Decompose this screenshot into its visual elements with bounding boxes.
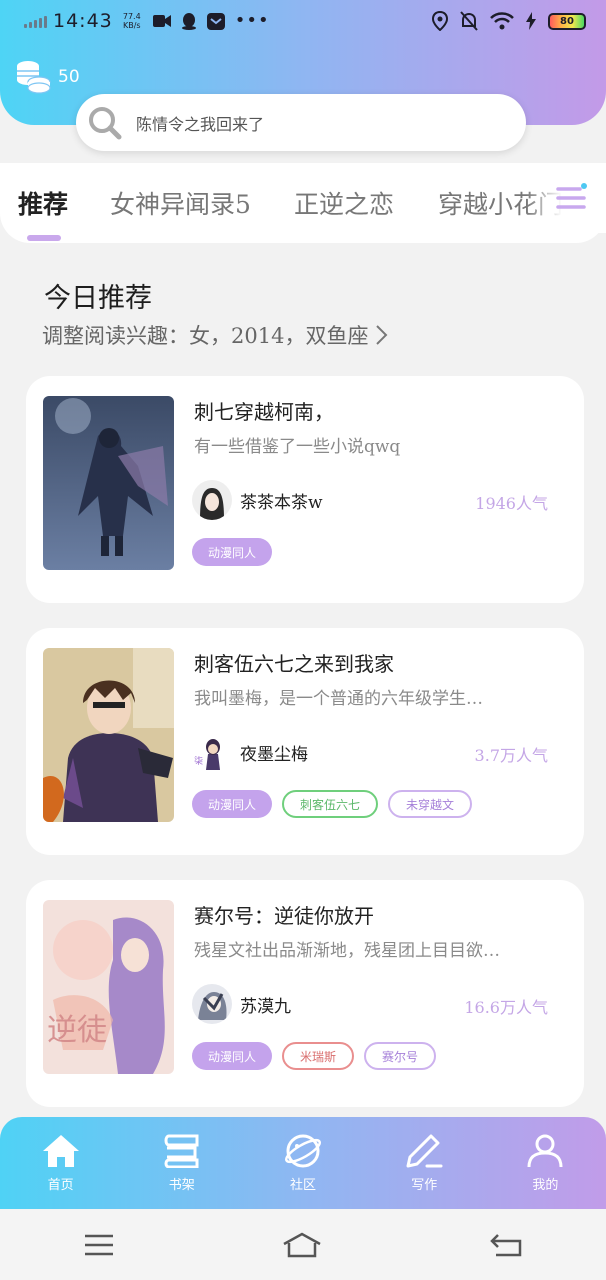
coin-balance[interactable]: 50 <box>16 60 80 94</box>
section-title: 今日推荐 <box>44 283 152 314</box>
tag[interactable]: 动漫同人 <box>192 790 273 818</box>
bookshelf-icon <box>164 1134 199 1168</box>
location-icon <box>432 11 448 31</box>
search-bar[interactable]: 陈情令之我回来了 <box>76 94 526 151</box>
status-time: 14:43 <box>53 10 113 32</box>
popularity: 1946人气 <box>475 494 548 513</box>
charging-icon <box>526 12 536 30</box>
mute-icon <box>460 11 478 31</box>
book-description: 我叫墨梅，是一个普通的六年级学生… <box>194 689 483 709</box>
nav-label: 社区 <box>290 1178 317 1193</box>
system-navigation-bar <box>0 1209 606 1280</box>
popularity: 3.7万人气 <box>474 746 548 765</box>
signal-icon <box>24 14 47 28</box>
author-info[interactable]: 柒 夜墨尘梅 <box>192 732 308 772</box>
search-icon <box>89 106 122 139</box>
tag[interactable]: 米瑞斯 <box>282 1042 355 1070</box>
nav-community[interactable]: 社区 <box>242 1117 363 1209</box>
svg-text:柒: 柒 <box>194 755 203 767</box>
book-card[interactable]: 刺七穿越柯南， 有一些借鉴了一些小说qwq 茶茶本茶w 1946人气 动漫同人 <box>26 376 584 603</box>
author-info[interactable]: 茶茶本茶w <box>192 480 323 520</box>
book-cover <box>43 396 174 570</box>
svg-text:逆徒: 逆徒 <box>47 1013 107 1048</box>
wifi-icon <box>490 12 514 30</box>
book-card[interactable]: 逆徒 赛尔号：逆徒你放开 残星文社出品渐渐地，残星团上目目欲… 苏漠九 16.6… <box>26 880 584 1107</box>
tab-persona5[interactable]: 女神异闻录5 <box>110 185 251 221</box>
video-icon <box>152 15 171 27</box>
message-icon <box>206 12 225 30</box>
qq-icon <box>181 12 196 30</box>
nav-label: 写作 <box>411 1178 438 1193</box>
author-name: 苏漠九 <box>240 996 291 1017</box>
tag[interactable]: 未穿越文 <box>388 790 473 818</box>
pen-icon <box>406 1134 443 1168</box>
back-icon[interactable] <box>490 1233 522 1257</box>
nav-profile[interactable]: 我的 <box>485 1117 606 1209</box>
popularity: 16.6万人气 <box>464 998 548 1017</box>
home-icon <box>42 1135 79 1167</box>
book-cover <box>43 648 174 822</box>
status-bar: 14:43 77.4 KB/s ••• 80 <box>0 0 606 42</box>
book-title: 赛尔号：逆徒你放开 <box>194 904 374 928</box>
tag[interactable]: 动漫同人 <box>192 1042 273 1070</box>
author-info[interactable]: 苏漠九 <box>192 984 291 1024</box>
chevron-right-icon <box>376 325 388 345</box>
category-tabs: 推荐 女神异闻录5 正逆之恋 穿越小花门 <box>0 163 606 243</box>
home-button-icon[interactable] <box>282 1232 322 1258</box>
network-speed: 77.4 KB/s <box>122 12 141 30</box>
reading-preferences-text: 调整阅读兴趣：女，2014，双鱼座 <box>42 324 369 348</box>
search-placeholder: 陈情令之我回来了 <box>136 114 265 134</box>
tab-recommend[interactable]: 推荐 <box>18 185 68 221</box>
tag[interactable]: 赛尔号 <box>364 1042 437 1070</box>
nav-home[interactable]: 首页 <box>0 1117 121 1209</box>
tag-list: 动漫同人 <box>192 538 273 566</box>
tag[interactable]: 动漫同人 <box>192 538 273 566</box>
planet-icon <box>285 1134 321 1168</box>
active-tab-indicator <box>27 235 61 241</box>
avatar: 柒 <box>192 732 232 772</box>
bottom-navigation: 首页 书架 社区 写作 我的 <box>0 1117 606 1209</box>
author-name: 夜墨尘梅 <box>240 744 308 765</box>
author-name: 茶茶本茶w <box>240 492 323 513</box>
avatar <box>192 984 232 1024</box>
coin-count: 50 <box>58 67 80 87</box>
book-card[interactable]: 刺客伍六七之来到我家 我叫墨梅，是一个普通的六年级学生… 柒 夜墨尘梅 3.7万… <box>26 628 584 855</box>
more-notifications-icon: ••• <box>234 10 270 31</box>
nav-write[interactable]: 写作 <box>364 1117 485 1209</box>
book-description: 残星文社出品渐渐地，残星团上目目欲… <box>194 941 500 961</box>
coins-icon <box>17 61 51 94</box>
menu-icon[interactable] <box>556 183 590 213</box>
nav-label: 首页 <box>47 1178 74 1193</box>
tag[interactable]: 刺客伍六七 <box>282 790 379 818</box>
book-cover: 逆徒 <box>43 900 174 1074</box>
tag-list: 动漫同人 米瑞斯 赛尔号 <box>192 1042 437 1070</box>
nav-label: 书架 <box>168 1178 195 1193</box>
nav-bookshelf[interactable]: 书架 <box>121 1117 242 1209</box>
reading-preferences-link[interactable]: 调整阅读兴趣：女，2014，双鱼座 <box>42 320 388 350</box>
user-icon <box>527 1134 563 1168</box>
battery-indicator: 80 <box>548 12 586 30</box>
book-description: 有一些借鉴了一些小说qwq <box>194 437 401 457</box>
tag-list: 动漫同人 刺客伍六七 未穿越文 <box>192 790 473 818</box>
book-title: 刺七穿越柯南， <box>194 400 334 424</box>
recent-apps-icon[interactable] <box>84 1233 114 1257</box>
avatar <box>192 480 232 520</box>
book-title: 刺客伍六七之来到我家 <box>194 652 394 676</box>
nav-label: 我的 <box>532 1178 559 1193</box>
tab-zhengni-love[interactable]: 正逆之恋 <box>294 185 394 221</box>
